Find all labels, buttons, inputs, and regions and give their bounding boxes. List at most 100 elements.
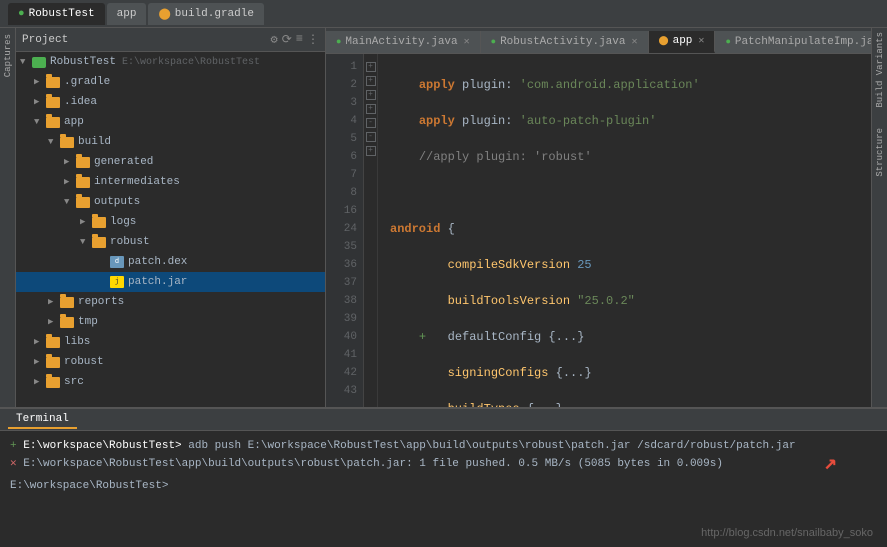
sync-icon[interactable]: ⟳: [282, 32, 292, 47]
tmp-label: tmp: [78, 316, 98, 328]
more-icon[interactable]: ⋮: [307, 32, 319, 47]
terminal-cmd-prefix: E:\workspace\RobustTest>: [23, 440, 181, 452]
terminal-plus-icon: +: [10, 440, 17, 452]
app-gradle-dot: ⬤: [659, 36, 669, 46]
robustactivity-close[interactable]: ✕: [631, 36, 637, 48]
editor-tabs: ● MainActivity.java ✕ ● RobustActivity.j…: [326, 28, 871, 54]
patchjar-icon: j: [110, 276, 124, 288]
libs-arrow: [34, 337, 46, 347]
tree-item-reports[interactable]: reports: [16, 292, 325, 312]
intermediates-label: intermediates: [94, 176, 180, 188]
robust-label: robust: [64, 356, 104, 368]
tree-item-generated[interactable]: generated: [16, 152, 325, 172]
terminal-line-2: ✕ E:\workspace\RobustTest\app\build\outp…: [10, 455, 877, 473]
logs-arrow: [80, 217, 92, 227]
app-label: app: [64, 116, 84, 128]
app-arrow: [34, 117, 46, 127]
tree-item-app[interactable]: app: [16, 112, 325, 132]
outputs-arrow: [64, 197, 76, 207]
build-variants-label[interactable]: Build Variants: [875, 32, 885, 108]
terminal-output-text: E:\workspace\RobustTest\app\build\output…: [23, 458, 723, 470]
reports-folder-icon: [60, 297, 74, 308]
title-tab-app[interactable]: app: [107, 3, 147, 25]
gradle-arrow: [34, 77, 46, 87]
terminal-arrow-annotation: ↗: [824, 455, 837, 473]
tree-item-src[interactable]: src: [16, 372, 325, 392]
terminal-cmd-text: adb push E:\workspace\RobustTest\app\bui…: [188, 440, 795, 452]
build-arrow: [48, 137, 60, 147]
title-bar: ● RobustTest app ⬤ build.gradle: [0, 0, 887, 28]
tree-item-robust[interactable]: robust: [16, 352, 325, 372]
tab-patchmanipulate[interactable]: ● PatchManipulateImp.java ✕: [715, 31, 871, 53]
patchmanipulate-label: PatchManipulateImp.java: [735, 36, 871, 48]
tmp-arrow: [48, 317, 60, 327]
tree-item-patchdex[interactable]: d patch.dex: [16, 252, 325, 272]
gradle-tab-label: build.gradle: [175, 8, 254, 20]
gradle-label: .gradle: [64, 76, 110, 88]
patchdex-label: patch.dex: [128, 256, 187, 268]
watermark: http://blog.csdn.net/snailbaby_soko: [701, 527, 873, 539]
intermediates-folder-icon: [76, 177, 90, 188]
app-tab-label: app: [117, 8, 137, 20]
tab-mainactivity[interactable]: ● MainActivity.java ✕: [326, 31, 481, 53]
robust-arrow: [34, 357, 46, 367]
tree-item-gradle[interactable]: .gradle: [16, 72, 325, 92]
libs-folder-icon: [46, 337, 60, 348]
idea-arrow: [34, 97, 46, 107]
root-folder-icon: [32, 57, 46, 68]
robust-folder2-icon: [46, 357, 60, 368]
tree-item-patchjar[interactable]: j patch.jar ←: [16, 272, 325, 292]
app-folder-icon: [46, 117, 60, 128]
app-gradle-close[interactable]: ✕: [698, 35, 704, 47]
tab-app-gradle[interactable]: ⬤ app ✕: [649, 31, 716, 53]
generated-arrow: [64, 157, 76, 167]
generated-label: generated: [94, 156, 153, 168]
patchdex-icon: d: [110, 256, 124, 268]
tab-robustactivity[interactable]: ● RobustActivity.java ✕: [481, 31, 649, 53]
src-arrow: [34, 377, 46, 387]
tree-item-intermediates[interactable]: intermediates: [16, 172, 325, 192]
tree-item-robust-folder[interactable]: robust: [16, 232, 325, 252]
title-tab-robusttest[interactable]: ● RobustTest: [8, 3, 105, 25]
logs-folder-icon: [92, 217, 106, 228]
structure-label[interactable]: Structure: [875, 128, 885, 177]
tree-root[interactable]: RobustTest E:\workspace\RobustTest: [16, 52, 325, 72]
terminal-line-3: E:\workspace\RobustTest>: [10, 477, 877, 495]
tree-item-libs[interactable]: libs: [16, 332, 325, 352]
terminal-tab[interactable]: Terminal: [8, 411, 77, 429]
tree-item-idea[interactable]: .idea: [16, 92, 325, 112]
app-gradle-label: app: [673, 35, 693, 47]
title-tab-buildgradle[interactable]: ⬤ build.gradle: [148, 3, 264, 25]
file-tree-toolbar: Project ⚙ ⟳ ≡ ⋮: [16, 28, 325, 52]
build-label: build: [78, 136, 111, 148]
app-title: RobustTest: [29, 8, 95, 20]
mainactivity-close[interactable]: ✕: [464, 36, 470, 48]
terminal-content: + E:\workspace\RobustTest> adb push E:\w…: [0, 431, 887, 501]
reports-label: reports: [78, 296, 124, 308]
tree-item-build[interactable]: build: [16, 132, 325, 152]
libs-label: libs: [64, 336, 90, 348]
gear-icon[interactable]: ⚙: [271, 32, 278, 47]
terminal-panel: Terminal + E:\workspace\RobustTest> adb …: [0, 407, 887, 547]
generated-folder-icon: [76, 157, 90, 168]
robust-folder-icon: [92, 237, 106, 248]
terminal-x-icon: ✕: [10, 458, 17, 470]
root-arrow: [20, 57, 32, 67]
terminal-header: Terminal: [0, 409, 887, 431]
outputs-folder-icon: [76, 197, 90, 208]
idea-label: .idea: [64, 96, 97, 108]
terminal-prompt: E:\workspace\RobustTest>: [10, 480, 168, 492]
project-label: Project: [22, 34, 68, 46]
robust-folder-arrow: [80, 237, 92, 247]
mainactivity-dot: ●: [336, 37, 341, 47]
collapse-icon[interactable]: ≡: [296, 32, 303, 47]
tree-item-outputs[interactable]: outputs: [16, 192, 325, 212]
idea-folder-icon: [46, 97, 60, 108]
tree-item-tmp[interactable]: tmp: [16, 312, 325, 332]
tree-item-logs[interactable]: logs: [16, 212, 325, 232]
captures-label[interactable]: Captures: [3, 34, 13, 77]
root-path: E:\workspace\RobustTest: [122, 57, 260, 68]
robustactivity-dot: ●: [491, 37, 496, 47]
reports-arrow: [48, 297, 60, 307]
gradle-folder-icon: [46, 77, 60, 88]
